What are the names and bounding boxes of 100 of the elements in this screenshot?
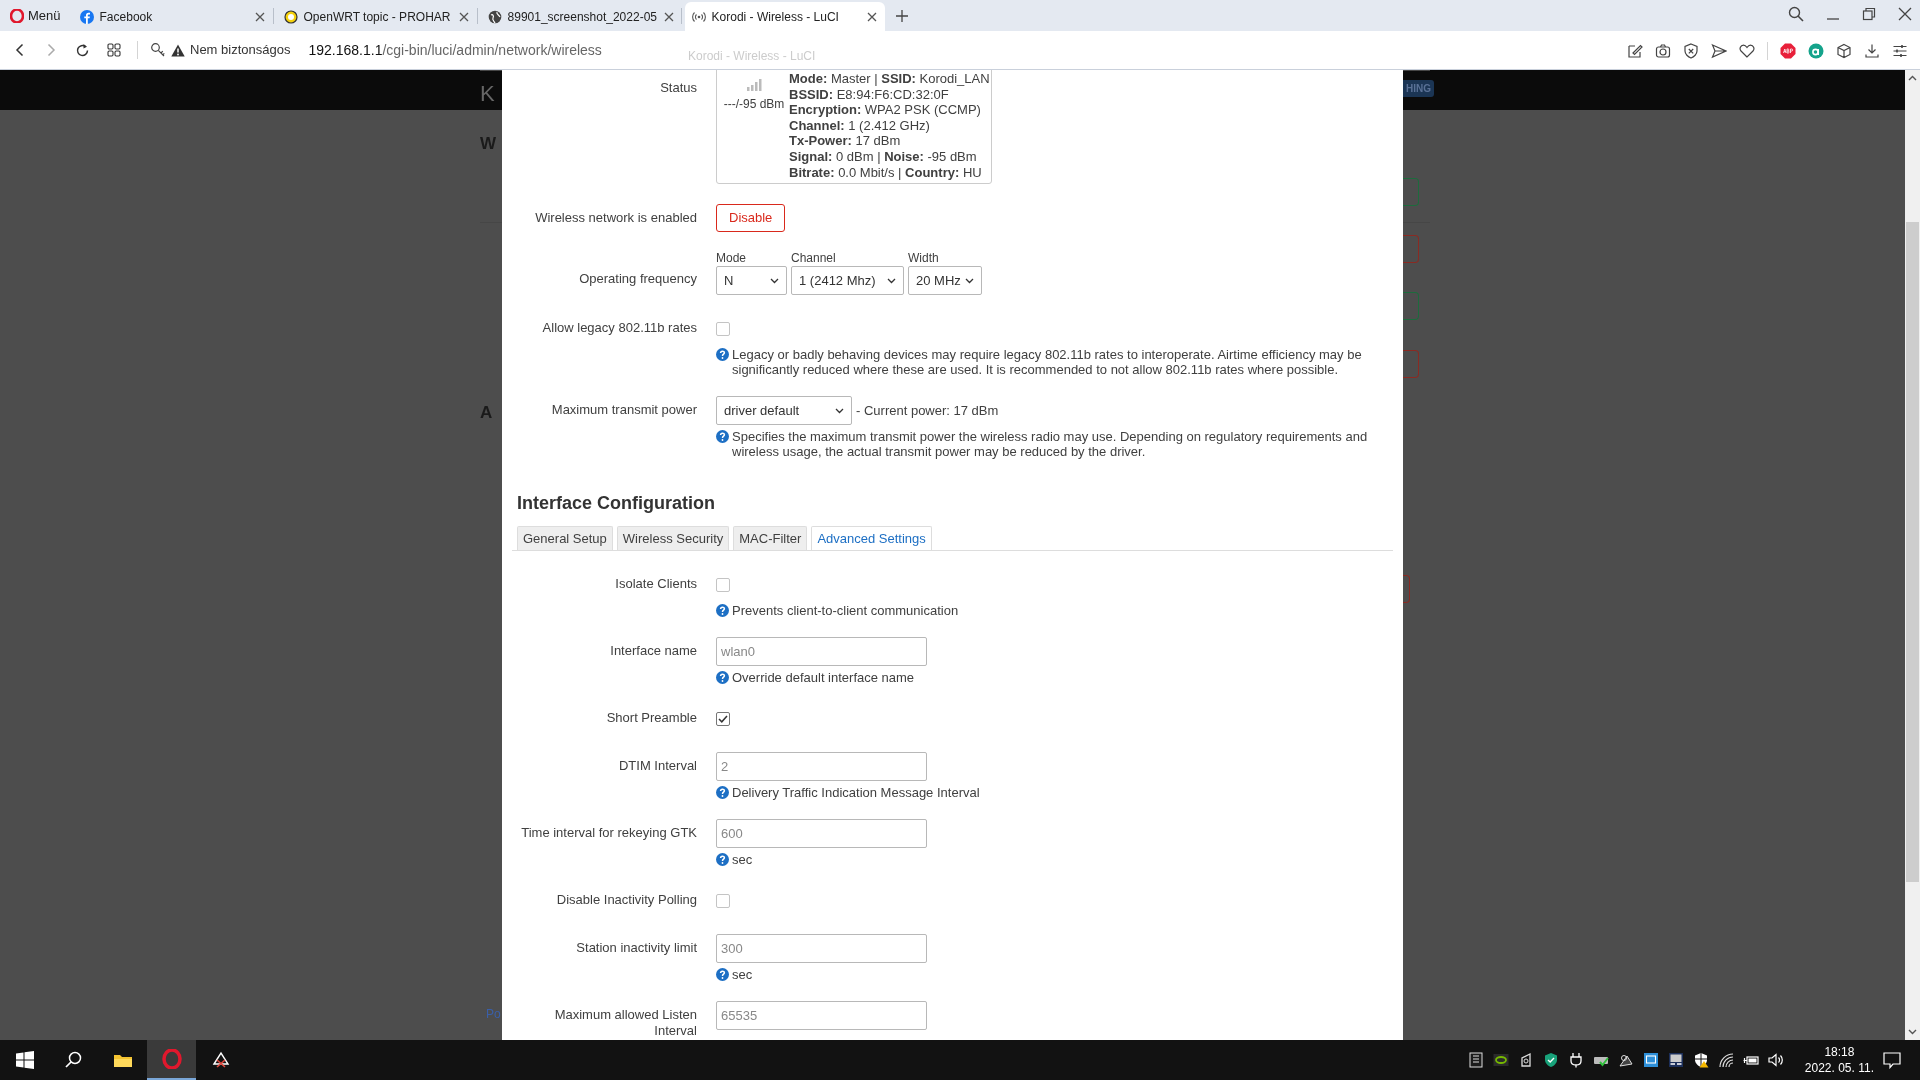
checkbox[interactable] bbox=[716, 894, 730, 909]
shield-icon[interactable] bbox=[1683, 43, 1699, 59]
config-tab[interactable]: General Setup bbox=[517, 526, 613, 551]
search-icon[interactable] bbox=[1788, 6, 1804, 22]
facebook-f-icon bbox=[79, 9, 94, 24]
status-line: BSSID: E8:94:F6:CD:32:0F bbox=[789, 86, 950, 103]
wireless-icon bbox=[691, 9, 706, 24]
config-tab[interactable]: Wireless Security bbox=[616, 526, 730, 551]
caret-icon bbox=[770, 277, 779, 284]
checkbox[interactable] bbox=[716, 578, 730, 593]
start-icon[interactable] bbox=[14, 1050, 35, 1070]
status-line: Encryption: WPA2 PSK (CCMP) bbox=[789, 102, 982, 118]
download-icon[interactable] bbox=[1864, 43, 1880, 59]
close-icon[interactable] bbox=[663, 10, 675, 23]
app-icon[interactable] bbox=[210, 1050, 231, 1070]
caret-icon bbox=[965, 277, 974, 284]
browser-tab[interactable]: Facebook bbox=[72, 2, 273, 31]
key-icon[interactable] bbox=[150, 42, 166, 58]
check-icon bbox=[718, 715, 728, 724]
field-label: Disable Inactivity Polling bbox=[556, 892, 697, 908]
help-text: sec bbox=[732, 852, 753, 868]
settings-icon[interactable] bbox=[1892, 43, 1908, 59]
field-label: Time interval for rekeying GTK bbox=[521, 825, 697, 841]
input-field[interactable]: 2 bbox=[716, 752, 927, 782]
ring-icon bbox=[10, 8, 24, 23]
help-text: Specifies the maximum transmit power the wireless radio may use. Depending on regulatory requirements and wireless usage, the actual transmit power may be reduced by the driver. bbox=[732, 429, 1369, 460]
warning-icon bbox=[171, 43, 185, 57]
input-field[interactable]: 65535 bbox=[716, 1001, 927, 1031]
close-icon[interactable] bbox=[253, 10, 266, 23]
help-icon bbox=[716, 853, 729, 867]
edit-icon[interactable] bbox=[1627, 43, 1643, 59]
scrollbar-thumb[interactable] bbox=[1906, 222, 1919, 882]
disable-button[interactable]: Disable bbox=[716, 204, 786, 233]
field-label: Operating frequency bbox=[579, 271, 697, 287]
scrollbar[interactable] bbox=[1905, 70, 1920, 1040]
help-icon bbox=[716, 968, 729, 982]
power-reading: - Current power: 17 dBm bbox=[856, 401, 999, 420]
select-caption: Width bbox=[908, 251, 940, 266]
select-caption: Mode bbox=[716, 251, 748, 266]
address-field[interactable]: 192.168.1.1/cgi-bin/luci/admin/network/wireless bbox=[308, 39, 602, 61]
caret-icon bbox=[835, 407, 844, 414]
help-icon bbox=[716, 430, 729, 444]
close-icon[interactable] bbox=[1898, 7, 1912, 21]
help-icon bbox=[716, 671, 729, 685]
select-field[interactable]: N bbox=[716, 266, 787, 296]
config-tab[interactable]: Advanced Settings bbox=[811, 526, 932, 551]
browser-tab[interactable]: OpenWRT topic - PROHAR bbox=[276, 2, 477, 31]
config-tab[interactable]: MAC-Filter bbox=[733, 526, 808, 551]
clock-time[interactable]: 18:18 bbox=[1824, 1044, 1855, 1060]
select-field[interactable]: driver default bbox=[716, 396, 852, 426]
eye-icon[interactable] bbox=[1492, 1052, 1509, 1068]
browser-tab[interactable]: 89901_screenshot_2022-05 bbox=[480, 2, 681, 31]
security-label[interactable]: Nem biztonságos bbox=[190, 40, 291, 60]
input-field[interactable]: wlan0 bbox=[716, 637, 927, 667]
round-letter-icon[interactable] bbox=[1808, 43, 1824, 59]
new-tab-icon[interactable] bbox=[894, 8, 909, 23]
site-title: K bbox=[480, 80, 495, 108]
select-field[interactable]: 1 (2412 Mhz) bbox=[791, 266, 904, 296]
tab-title: Korodi - Wireless - LuCI bbox=[711, 8, 840, 26]
field-label: DTIM Interval bbox=[619, 758, 697, 774]
search-icon[interactable] bbox=[63, 1050, 84, 1070]
section-title: Interface Configuration bbox=[516, 492, 716, 515]
tab-grid-icon[interactable] bbox=[107, 43, 121, 57]
wifi-icon[interactable] bbox=[1717, 1052, 1734, 1068]
monitor-icon[interactable] bbox=[1642, 1052, 1659, 1068]
restore-icon[interactable] bbox=[1862, 7, 1876, 21]
status-line: Bitrate: 0.0 Mbit/s | Country: HU bbox=[789, 164, 983, 181]
touchpad-icon[interactable] bbox=[1667, 1052, 1684, 1068]
field-label: Maximum transmit power bbox=[551, 402, 697, 418]
plug-icon[interactable] bbox=[1567, 1052, 1584, 1068]
signal-reading: ---/-95 dBm bbox=[723, 96, 785, 113]
menu-button[interactable]: Menü bbox=[0, 0, 73, 31]
volume-icon[interactable] bbox=[1767, 1052, 1784, 1068]
clock-date[interactable]: 2022. 05. 11. bbox=[1804, 1060, 1874, 1076]
field-label: Station inactivity limit bbox=[576, 940, 697, 956]
field-label: Allow legacy 802.11b rates bbox=[542, 320, 697, 336]
checkbox[interactable] bbox=[716, 712, 730, 727]
camera-icon[interactable] bbox=[1655, 43, 1671, 59]
status-line: Channel: 1 (2.412 GHz) bbox=[789, 117, 931, 134]
cube-icon[interactable] bbox=[1836, 43, 1852, 59]
heart-icon[interactable] bbox=[1739, 43, 1755, 59]
shield-icon[interactable] bbox=[1542, 1052, 1559, 1068]
speech-bubble-icon bbox=[283, 9, 298, 24]
checkbox[interactable] bbox=[716, 322, 730, 337]
input-field[interactable]: 300 bbox=[716, 934, 927, 964]
tab-title: Facebook bbox=[99, 8, 154, 26]
select-field[interactable]: 20 MHz bbox=[908, 266, 982, 296]
stop-sign-icon[interactable] bbox=[1780, 43, 1796, 59]
field-label: Short Preamble bbox=[606, 710, 697, 726]
close-icon[interactable] bbox=[457, 10, 470, 23]
input-field[interactable]: 600 bbox=[716, 819, 927, 849]
reload-icon[interactable] bbox=[75, 42, 90, 58]
status-line: Mode: Master | SSID: Korodi_LAN bbox=[789, 71, 990, 87]
shield-warning-icon[interactable] bbox=[1692, 1052, 1709, 1068]
notification-icon[interactable] bbox=[1883, 1052, 1901, 1069]
help-icon bbox=[716, 604, 729, 618]
send-icon[interactable] bbox=[1711, 43, 1727, 59]
field-label: Status bbox=[660, 80, 697, 95]
close-icon[interactable] bbox=[865, 10, 878, 23]
browser-tab[interactable]: Korodi - Wireless - LuCI bbox=[684, 2, 885, 31]
